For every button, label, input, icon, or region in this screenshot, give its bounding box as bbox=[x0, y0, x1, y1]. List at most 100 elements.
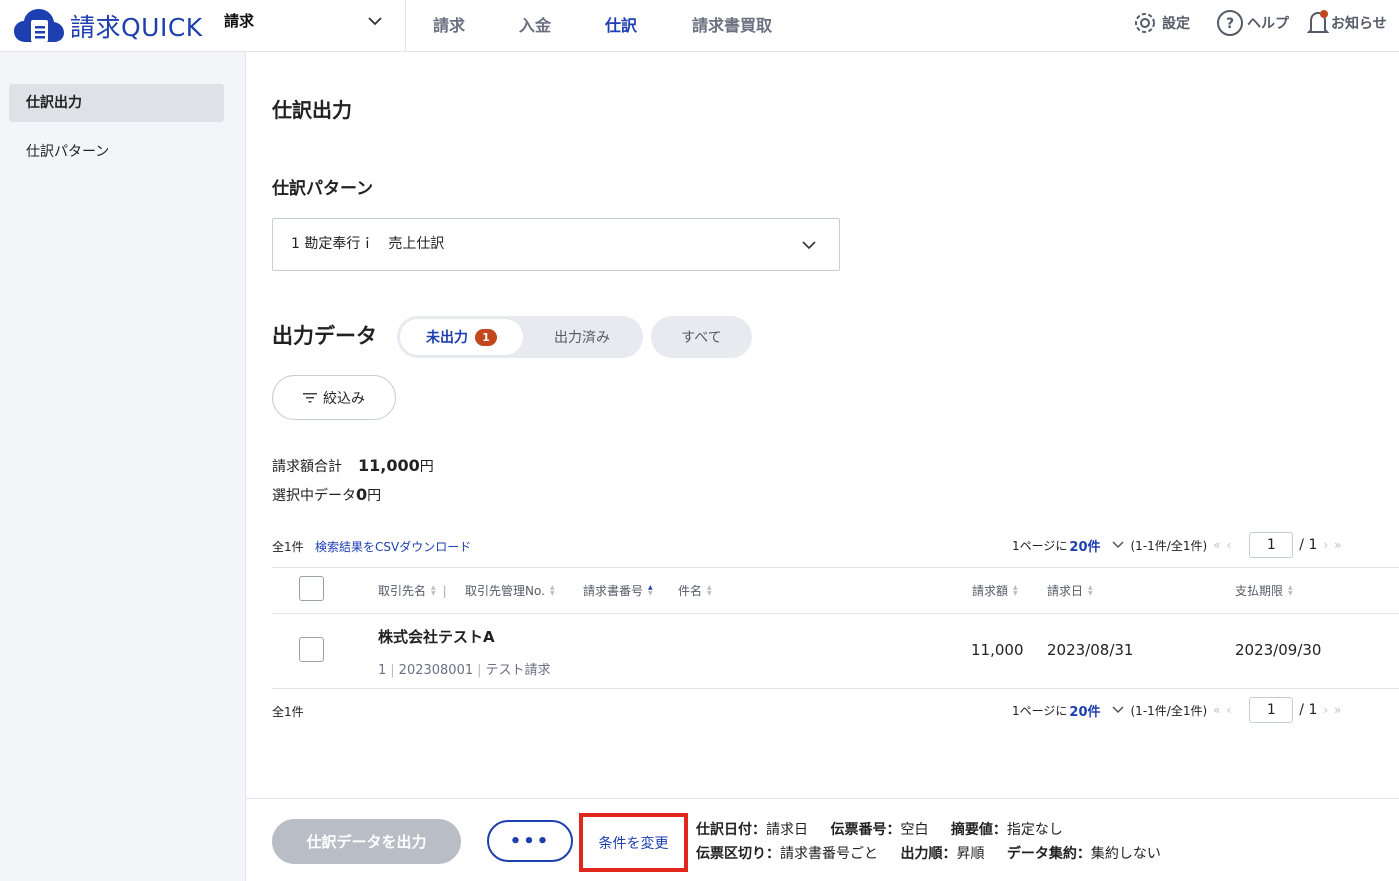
per-page-select[interactable]: 20件 bbox=[1069, 536, 1100, 555]
settings-link[interactable]: 設定 bbox=[1130, 8, 1190, 38]
output-data-heading: 出力データ bbox=[272, 324, 377, 348]
result-count-bottom: 全1件 bbox=[272, 705, 304, 719]
col-client-no-label: 取引先管理No. bbox=[465, 584, 545, 598]
tab-unexported[interactable]: 未出力 1 bbox=[400, 319, 523, 355]
action-footer: 仕訳データを出力 ••• 条件を変更 仕訳日付：請求日 伝票番号：空白 摘要値：… bbox=[246, 798, 1399, 881]
row-amount: 11,000 bbox=[971, 641, 1024, 659]
cloud-document-icon bbox=[14, 9, 64, 42]
pattern-select[interactable]: 1 勘定奉行ｉ 売上仕訳 bbox=[272, 218, 840, 271]
notice-link[interactable]: お知らせ bbox=[1307, 8, 1387, 38]
row-sub-info: 1 | 202308001 | テスト請求 bbox=[378, 663, 551, 678]
row-client[interactable]: 株式会社テストA bbox=[378, 626, 495, 647]
bell-icon bbox=[1307, 10, 1329, 33]
total-value: 11,000 bbox=[358, 456, 420, 475]
chevron-down-icon bbox=[802, 241, 816, 250]
col-subject-label: 件名 bbox=[678, 584, 703, 598]
col-amount-label: 請求額 bbox=[972, 584, 1009, 598]
cond-slip-no-value: 空白 bbox=[900, 822, 929, 838]
tab-all[interactable]: すべて bbox=[651, 316, 752, 358]
cond-date-label: 仕訳日付： bbox=[696, 822, 766, 838]
filter-button[interactable]: 絞込み bbox=[272, 375, 396, 420]
divider bbox=[272, 613, 1399, 614]
col-invoice-no[interactable]: 請求書番号 ▲ ▼ bbox=[583, 582, 653, 599]
pattern-heading: 仕訳パターン bbox=[272, 179, 374, 199]
svg-text:?: ? bbox=[1226, 16, 1234, 32]
selected-unit: 円 bbox=[367, 488, 382, 504]
more-options-button[interactable]: ••• bbox=[487, 820, 573, 862]
cond-order-label: 出力順： bbox=[900, 846, 957, 862]
cond-order-value: 昇順 bbox=[956, 846, 985, 862]
nav-journal[interactable]: 仕訳 bbox=[605, 12, 637, 36]
logo-text: 請求QUICK bbox=[70, 13, 203, 42]
cond-slip-split-value: 請求書番号ごと bbox=[780, 846, 878, 862]
range-text: (1-1件/全1件) bbox=[1130, 703, 1208, 718]
next-page-icon[interactable]: ›» bbox=[1323, 538, 1347, 552]
nav-payment[interactable]: 入金 bbox=[519, 12, 551, 36]
prev-page-icon[interactable]: «‹ bbox=[1213, 703, 1237, 717]
gear-icon bbox=[1135, 13, 1155, 33]
row-checkbox[interactable] bbox=[299, 637, 324, 662]
per-page-select[interactable]: 20件 bbox=[1069, 701, 1100, 720]
filter-label: 絞込み bbox=[323, 390, 365, 407]
app-select[interactable]: 請求 bbox=[224, 10, 254, 31]
nav-invoice[interactable]: 請求 bbox=[433, 12, 465, 36]
app-logo[interactable]: 請求QUICK bbox=[14, 6, 203, 46]
col-subject[interactable]: 件名 ▲ ▼ bbox=[678, 582, 712, 599]
sidebar-item-journal-pattern[interactable]: 仕訳パターン bbox=[9, 133, 224, 171]
notice-label: お知らせ bbox=[1331, 16, 1387, 32]
col-invoice-no-label: 請求書番号 bbox=[583, 584, 644, 598]
selected-amount: 選択中データ0円 bbox=[272, 485, 381, 505]
sort-icon: ▲ ▼ bbox=[549, 583, 555, 597]
conditions-line-2: 伝票区切り：請求書番号ごと 出力順：昇順 データ集約：集約しない bbox=[696, 843, 1179, 863]
selected-value: 0 bbox=[356, 485, 368, 504]
help-label: ヘルプ bbox=[1247, 16, 1289, 32]
help-icon: ? bbox=[1217, 10, 1243, 36]
cond-aggregate-label: データ集約： bbox=[1006, 846, 1091, 862]
select-all-checkbox[interactable] bbox=[299, 576, 324, 601]
sort-asc-icon: ▲ ▼ bbox=[648, 583, 653, 597]
col-due-date[interactable]: 支払期限 ▲ ▼ bbox=[1235, 582, 1293, 599]
prev-page-icon[interactable]: «‹ bbox=[1213, 538, 1237, 552]
chevron-down-icon[interactable] bbox=[1105, 538, 1131, 552]
top-header: 請求QUICK 請求 請求 入金 仕訳 請求書買取 設定 ? ヘルプ お知らせ bbox=[0, 0, 1399, 52]
col-client-no[interactable]: 取引先管理No. ▲ ▼ bbox=[465, 582, 555, 599]
total-unit: 円 bbox=[419, 459, 434, 475]
main-content: 仕訳出力 仕訳パターン 1 勘定奉行ｉ 売上仕訳 出力データ 未出力 1 出力済… bbox=[246, 52, 1399, 881]
conditions-line-1: 仕訳日付：請求日 伝票番号：空白 摘要値：指定なし bbox=[696, 819, 1081, 839]
chevron-down-icon[interactable] bbox=[366, 12, 384, 30]
row-invoice-no: 202308001 bbox=[398, 663, 474, 678]
sort-icon: ▲ ▼ bbox=[431, 583, 436, 597]
next-page-icon[interactable]: ›» bbox=[1323, 703, 1347, 717]
divider bbox=[272, 567, 1399, 568]
page-input[interactable]: 1 bbox=[1249, 532, 1294, 558]
cond-slip-split-label: 伝票区切り： bbox=[696, 846, 780, 862]
col-due-date-label: 支払期限 bbox=[1235, 584, 1284, 598]
col-client[interactable]: 取引先名 ▲ ▼ | bbox=[378, 582, 454, 599]
col-invoice-date-label: 請求日 bbox=[1047, 584, 1084, 598]
export-journal-button[interactable]: 仕訳データを出力 bbox=[272, 819, 461, 864]
pagination-top: 1ページに 20件 (1-1件/全1件) «‹ 1 / 1 ›» bbox=[1012, 532, 1354, 558]
status-segment: 未出力 1 出力済み bbox=[397, 316, 643, 358]
selected-label: 選択中データ bbox=[272, 488, 356, 504]
col-amount[interactable]: 請求額 ▲ ▼ bbox=[972, 582, 1018, 599]
page-input[interactable]: 1 bbox=[1249, 697, 1294, 723]
per-page-prefix: 1ページに bbox=[1012, 538, 1068, 553]
sort-icon: ▲ ▼ bbox=[707, 583, 712, 597]
row-due-date: 2023/09/30 bbox=[1235, 641, 1322, 659]
help-link[interactable]: ? ヘルプ bbox=[1215, 8, 1289, 38]
sidebar-item-journal-output[interactable]: 仕訳出力 bbox=[9, 84, 224, 122]
sort-icon: ▲ ▼ bbox=[1088, 583, 1093, 597]
cond-slip-no-label: 伝票番号： bbox=[830, 822, 901, 838]
total-pages: / 1 bbox=[1299, 537, 1318, 553]
col-invoice-date[interactable]: 請求日 ▲ ▼ bbox=[1047, 582, 1093, 599]
sort-icon: ▲ ▼ bbox=[1013, 583, 1018, 597]
result-count: 全1件 bbox=[272, 540, 304, 554]
csv-download-link[interactable]: 検索結果をCSVダウンロード bbox=[315, 538, 471, 555]
total-label: 請求額合計 bbox=[272, 459, 342, 475]
total-pages: / 1 bbox=[1299, 702, 1318, 718]
chevron-down-icon[interactable] bbox=[1105, 703, 1131, 717]
nav-factoring[interactable]: 請求書買取 bbox=[692, 12, 772, 36]
change-conditions-button[interactable]: 条件を変更 bbox=[579, 813, 688, 872]
pattern-select-value: 1 勘定奉行ｉ 売上仕訳 bbox=[291, 236, 445, 252]
tab-exported[interactable]: 出力済み bbox=[523, 319, 641, 355]
